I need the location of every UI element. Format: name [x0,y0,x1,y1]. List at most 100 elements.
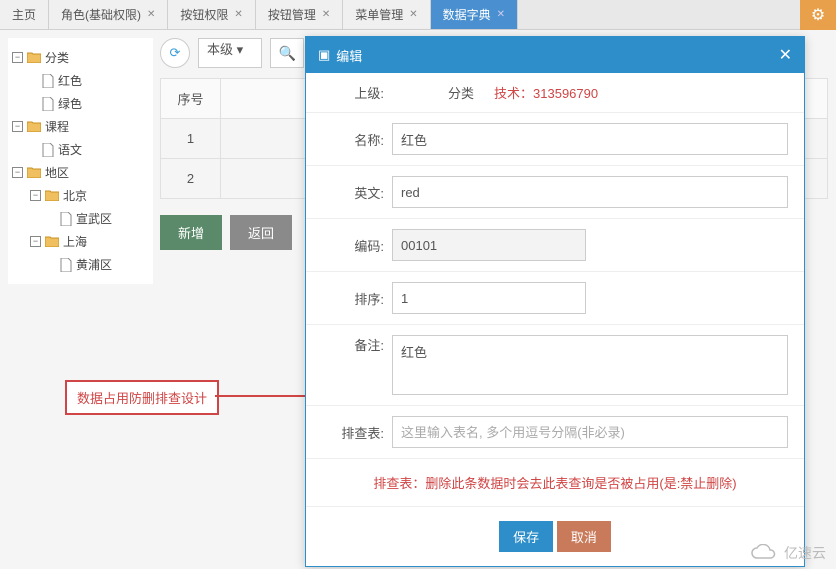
tree-label: 课程 [45,118,69,135]
tree-label: 地区 [45,164,69,181]
english-input[interactable] [392,176,788,208]
collapse-icon[interactable]: − [12,121,23,132]
tab-button-perm[interactable]: 按钮权限 ✕ [168,0,255,29]
cloud-icon [750,544,778,562]
back-button[interactable]: 返回 [230,215,292,250]
tab-label: 按钮权限 [180,6,228,23]
form-row-remark: 备注: 红色 [306,325,804,406]
tab-menu-mgr[interactable]: 菜单管理 ✕ [343,0,430,29]
tree-label: 宣武区 [76,210,112,227]
tab-data-dict[interactable]: 数据字典 ✕ [431,0,518,29]
form-row-parent: 上级: 分类 技术：313596790 [306,73,804,113]
form-row-english: 英文: [306,166,804,219]
tree-label: 分类 [45,49,69,66]
folder-icon [27,121,41,132]
watermark-text: 亿速云 [784,543,826,563]
refresh-icon: ⟳ [170,45,181,61]
annotation-label: 数据占用防删排查设计 [65,380,219,415]
english-label: 英文: [322,183,392,202]
collapse-icon[interactable]: − [30,236,41,247]
file-icon [60,258,72,272]
file-icon [42,97,54,111]
window-icon: ▣ [318,47,330,63]
tree-label: 红色 [58,72,82,89]
form-row-name: 名称: [306,113,804,166]
collapse-icon[interactable]: − [30,190,41,201]
tab-button-mgr[interactable]: 按钮管理 ✕ [256,0,343,29]
tree-node-green[interactable]: 绿色 [12,92,149,115]
hint-text: 排查表：删除此条数据时会去此表查询是否被占用(是:禁止删除) [306,459,804,507]
watermark: 亿速云 [750,543,826,563]
tab-label: 菜单管理 [355,6,403,23]
level-select[interactable]: 本级 ▾ [198,38,262,68]
form-row-check: 排查表: [306,406,804,459]
gear-icon[interactable]: ⚙ [800,0,836,30]
tree-node-course[interactable]: − 课程 [12,115,149,138]
col-seq: 序号 [161,79,221,119]
parent-value: 分类 技术：313596790 [392,83,598,102]
order-label: 排序: [322,289,392,308]
tree-node-red[interactable]: 红色 [12,69,149,92]
tab-label: 按钮管理 [268,6,316,23]
tab-label: 角色(基础权限) [61,6,141,23]
file-icon [60,212,72,226]
tree-sidebar: −分类 红色 绿色 −课程 语文 −地区 −北京 宣武区 −上海 黄浦区 [8,38,153,284]
file-icon [42,74,54,88]
close-icon[interactable]: ✕ [322,9,330,20]
tab-role[interactable]: 角色(基础权限) ✕ [49,0,168,29]
close-icon[interactable]: ✕ [779,45,792,65]
tree-label: 上海 [63,233,87,250]
tree-label: 绿色 [58,95,82,112]
tech-label: 技术： [494,86,533,101]
tab-label: 主页 [12,6,36,23]
form-row-code: 编码: [306,219,804,272]
check-label: 排查表: [322,423,392,442]
folder-icon [27,167,41,178]
close-icon[interactable]: ✕ [147,9,155,20]
remark-input[interactable]: 红色 [392,335,788,395]
folder-icon [45,236,59,247]
tab-home[interactable]: 主页 [0,0,49,29]
tree-node-region[interactable]: − 地区 [12,161,149,184]
save-button[interactable]: 保存 [499,521,553,552]
modal-footer: 保存 取消 [306,507,804,566]
code-label: 编码: [322,236,392,255]
select-label: 本级 [207,42,233,57]
parent-text: 分类 [448,83,474,102]
close-icon[interactable]: ✕ [409,9,417,20]
tree-node-huangpu[interactable]: 黄浦区 [12,253,149,276]
reload-button[interactable]: ⟳ [160,38,190,68]
check-input[interactable] [392,416,788,448]
collapse-icon[interactable]: − [12,167,23,178]
close-icon[interactable]: ✕ [234,9,242,20]
tree-node-chinese[interactable]: 语文 [12,138,149,161]
tab-label: 数据字典 [443,6,491,23]
modal-body: 上级: 分类 技术：313596790 名称: 英文: 编码: 排序: 备注: … [306,73,804,566]
name-input[interactable] [392,123,788,155]
tab-bar: 主页 角色(基础权限) ✕ 按钮权限 ✕ 按钮管理 ✕ 菜单管理 ✕ 数据字典 ✕ [0,0,836,30]
tree-node-beijing[interactable]: − 北京 [12,184,149,207]
cancel-button[interactable]: 取消 [557,521,611,552]
tree-label: 黄浦区 [76,256,112,273]
search-button[interactable]: 🔍 [270,38,304,68]
order-input[interactable] [392,282,586,314]
parent-label: 上级: [322,83,392,102]
folder-icon [27,52,41,63]
chevron-down-icon: ▾ [237,42,244,57]
tree-node-shanghai[interactable]: − 上海 [12,230,149,253]
add-button[interactable]: 新增 [160,215,222,250]
form-row-order: 排序: [306,272,804,325]
tree-label: 北京 [63,187,87,204]
close-icon[interactable]: ✕ [497,9,505,20]
tech-value: 313596790 [533,86,598,101]
collapse-icon[interactable]: − [12,52,23,63]
tree-node-xuanwu[interactable]: 宣武区 [12,207,149,230]
cell-seq: 1 [161,119,221,159]
modal-title: 编辑 [336,46,362,65]
edit-modal: ▣ 编辑 ✕ 上级: 分类 技术：313596790 名称: 英文: 编码: 排… [305,36,805,567]
cell-seq: 2 [161,159,221,199]
modal-header: ▣ 编辑 ✕ [306,37,804,73]
code-input [392,229,586,261]
tree-node-category[interactable]: − 分类 [12,46,149,69]
remark-label: 备注: [322,335,392,354]
